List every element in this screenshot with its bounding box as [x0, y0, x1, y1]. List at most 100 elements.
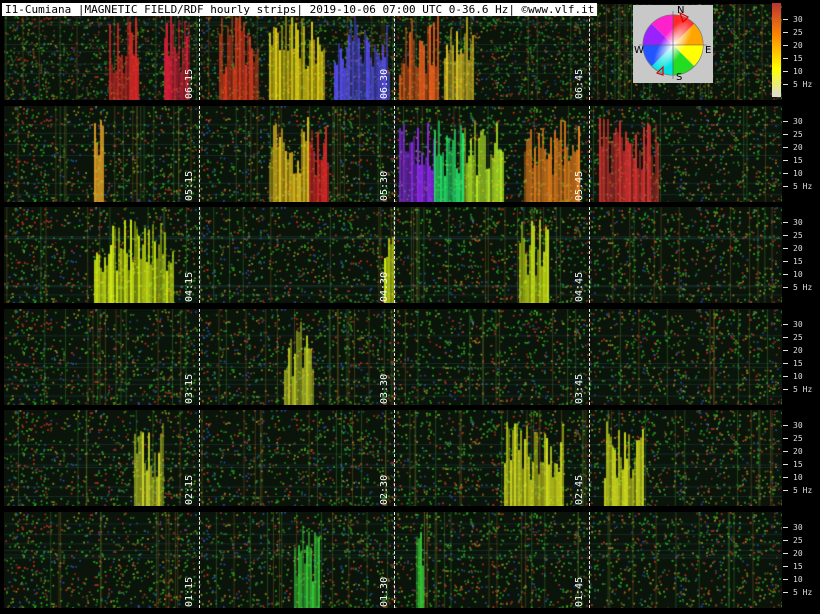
spectrogram-canvas — [4, 309, 782, 405]
spectrogram-strip-04: 04:15 04:30 04:45 — [4, 207, 782, 303]
direction-compass: N E S W — [633, 5, 713, 83]
spectrogram-canvas — [4, 207, 782, 303]
compass-north-label: N — [677, 5, 685, 16]
frequency-tick-label: 30 — [793, 117, 803, 126]
time-label: 06:30 — [379, 68, 390, 99]
frequency-tick-label: 15 — [793, 156, 803, 165]
spectrogram-strip-02: 02:15 02:30 02:45 — [4, 410, 782, 506]
frequency-tick — [783, 134, 788, 135]
frequency-tick-label: 20 — [793, 549, 803, 558]
frequency-scale: 30 25 20 15 10 5 Hz — [783, 410, 820, 506]
chart-title: I1-Cumiana |MAGNETIC FIELD/RDF hourly st… — [2, 3, 598, 16]
frequency-tick — [783, 389, 788, 390]
frequency-tick-label: 5 Hz — [793, 182, 813, 191]
quarter-hour-divider — [589, 106, 590, 202]
frequency-tick-label: 20 — [793, 447, 803, 456]
frequency-tick — [783, 337, 788, 338]
frequency-tick — [783, 376, 788, 377]
spectrogram-canvas — [4, 410, 782, 506]
frequency-tick-label: 15 — [793, 562, 803, 571]
quarter-hour-divider — [199, 207, 200, 303]
frequency-tick — [783, 84, 788, 85]
quarter-hour-divider — [589, 512, 590, 608]
frequency-tick — [783, 222, 788, 223]
frequency-tick-label: 20 — [793, 41, 803, 50]
frequency-tick — [783, 121, 788, 122]
quarter-hour-divider — [199, 4, 200, 100]
frequency-tick-label: 30 — [793, 523, 803, 532]
quarter-hour-divider — [589, 4, 590, 100]
frequency-tick — [783, 235, 788, 236]
frequency-tick-label: 5 Hz — [793, 385, 813, 394]
compass-wheel-icon — [639, 11, 707, 79]
frequency-tick-label: 10 — [793, 473, 803, 482]
frequency-tick — [783, 592, 788, 593]
frequency-tick-label: 10 — [793, 372, 803, 381]
frequency-tick-label: 5 Hz — [793, 80, 813, 89]
quarter-hour-divider — [589, 309, 590, 405]
time-label: 01:30 — [379, 576, 390, 607]
frequency-scale: 30 25 20 15 10 5 Hz — [783, 106, 820, 202]
spectrogram-canvas — [4, 512, 782, 608]
frequency-tick — [783, 19, 788, 20]
frequency-tick-label: 20 — [793, 244, 803, 253]
frequency-tick — [783, 287, 788, 288]
frequency-tick — [783, 553, 788, 554]
frequency-tick-label: 25 — [793, 28, 803, 37]
frequency-tick-label: 10 — [793, 67, 803, 76]
frequency-tick — [783, 451, 788, 452]
spectrogram-strip-01: 01:15 01:30 01:45 — [4, 512, 782, 608]
time-label: 06:45 — [574, 68, 585, 99]
frequency-tick — [783, 438, 788, 439]
frequency-tick-label: 25 — [793, 130, 803, 139]
frequency-scale: 30 25 20 15 10 5 Hz — [783, 207, 820, 303]
frequency-tick-label: 20 — [793, 346, 803, 355]
frequency-tick-label: 25 — [793, 536, 803, 545]
frequency-tick — [783, 147, 788, 148]
time-label: 05:15 — [184, 170, 195, 201]
frequency-tick-label: 15 — [793, 54, 803, 63]
frequency-tick-label: 10 — [793, 575, 803, 584]
time-label: 02:15 — [184, 474, 195, 505]
quarter-hour-divider — [199, 410, 200, 506]
color-scale-bar — [772, 3, 781, 97]
frequency-tick — [783, 58, 788, 59]
frequency-tick-label: 30 — [793, 218, 803, 227]
frequency-tick — [783, 274, 788, 275]
frequency-scale: 30 25 20 15 10 5 Hz — [783, 512, 820, 608]
frequency-tick — [783, 248, 788, 249]
frequency-tick — [783, 527, 788, 528]
time-label: 03:45 — [574, 373, 585, 404]
frequency-tick — [783, 363, 788, 364]
compass-west-label: W — [634, 45, 644, 56]
frequency-tick — [783, 540, 788, 541]
quarter-hour-divider — [589, 207, 590, 303]
quarter-hour-divider — [394, 4, 395, 100]
frequency-tick — [783, 490, 788, 491]
frequency-tick-label: 30 — [793, 421, 803, 430]
spectrogram-canvas — [4, 106, 782, 202]
time-label: 05:30 — [379, 170, 390, 201]
frequency-scale: 30 25 20 15 10 5 Hz — [783, 4, 820, 100]
quarter-hour-divider — [394, 410, 395, 506]
compass-south-label: S — [676, 72, 683, 83]
frequency-tick-label: 5 Hz — [793, 283, 813, 292]
frequency-tick-label: 5 Hz — [793, 486, 813, 495]
frequency-tick — [783, 464, 788, 465]
frequency-tick-label: 20 — [793, 143, 803, 152]
time-label: 03:30 — [379, 373, 390, 404]
frequency-tick-label: 10 — [793, 169, 803, 178]
frequency-tick — [783, 160, 788, 161]
frequency-tick — [783, 579, 788, 580]
quarter-hour-divider — [394, 207, 395, 303]
time-label: 04:45 — [574, 271, 585, 302]
quarter-hour-divider — [394, 309, 395, 405]
time-label: 01:45 — [574, 576, 585, 607]
frequency-tick-label: 30 — [793, 15, 803, 24]
time-label: 01:15 — [184, 576, 195, 607]
frequency-tick — [783, 324, 788, 325]
frequency-tick — [783, 425, 788, 426]
frequency-tick — [783, 186, 788, 187]
frequency-tick — [783, 350, 788, 351]
spectrogram-strip-03: 03:15 03:30 03:45 — [4, 309, 782, 405]
